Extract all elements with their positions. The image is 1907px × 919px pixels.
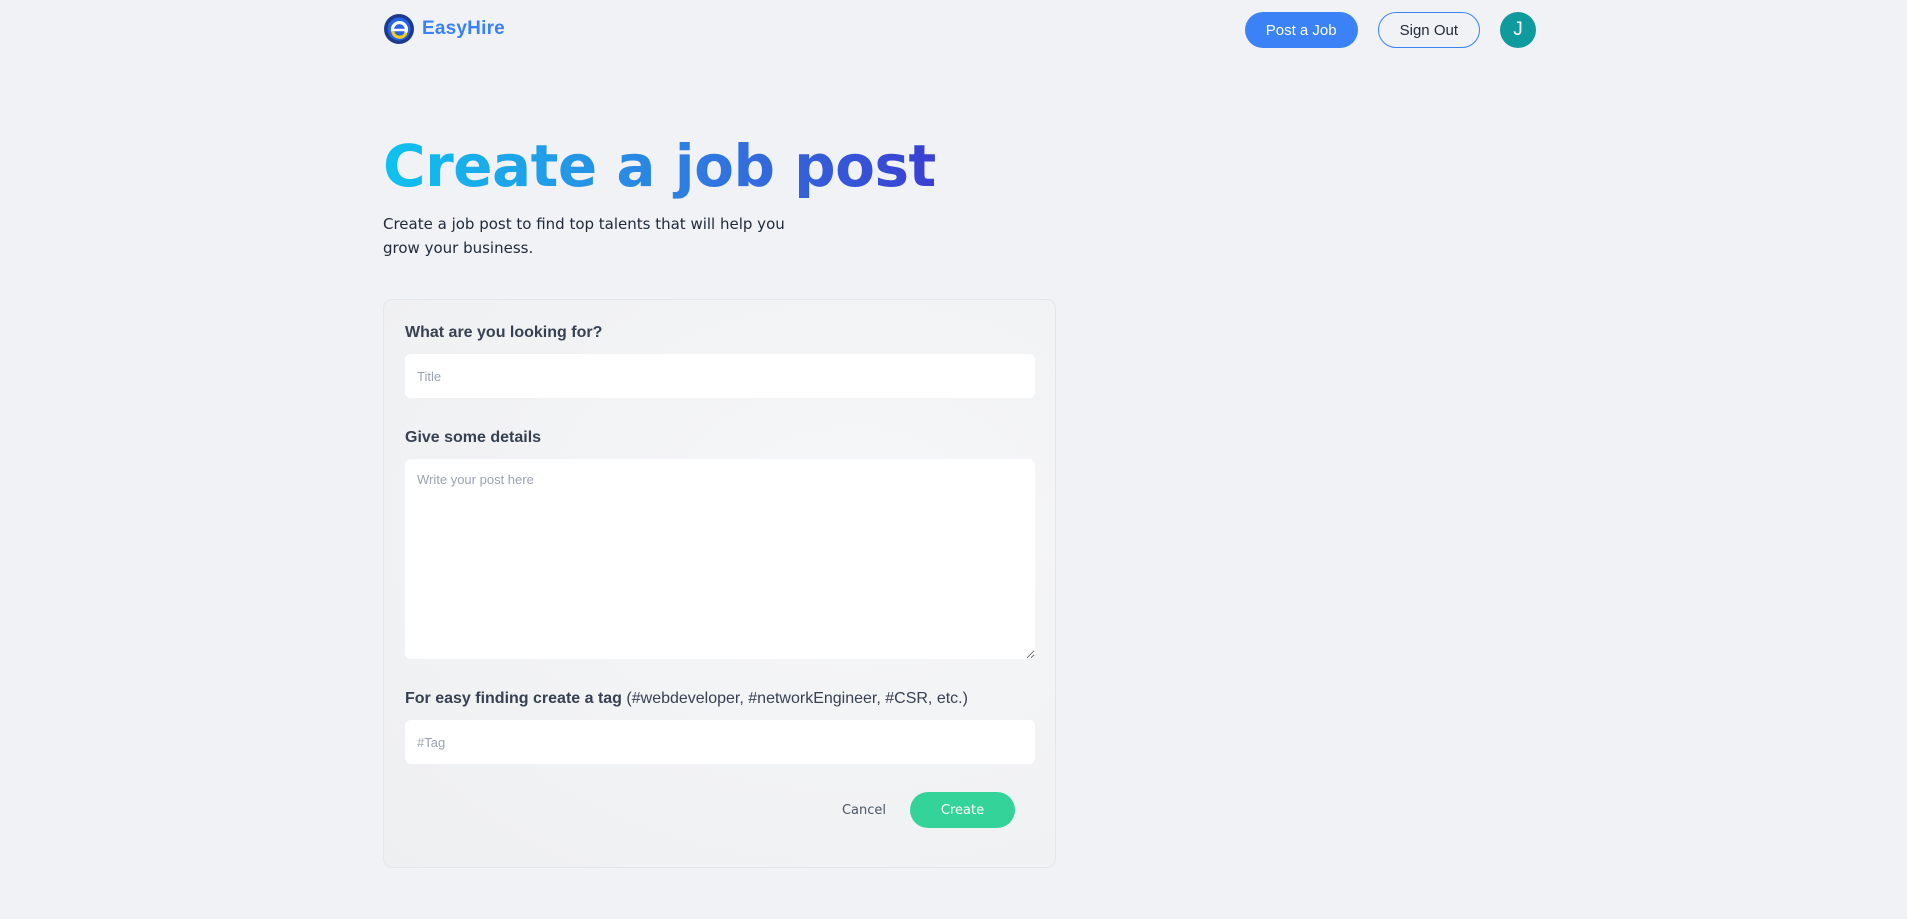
tag-input[interactable] [405, 720, 1035, 764]
tag-field-label: For easy finding create a tag (#webdevel… [405, 690, 968, 708]
page-title: Create a job post [383, 126, 936, 206]
details-textarea[interactable] [405, 459, 1035, 659]
sign-out-button[interactable]: Sign Out [1377, 12, 1480, 48]
cancel-button[interactable]: Cancel [842, 803, 886, 818]
top-navbar: EasyHire Post a Job Sign Out J [0, 0, 1907, 58]
title-input[interactable] [405, 354, 1035, 398]
title-field-label: What are you looking for? [405, 324, 603, 341]
nav-actions: Post a Job Sign Out J [1244, 12, 1536, 48]
brand-name: EasyHire [422, 18, 505, 39]
brand[interactable]: EasyHire [383, 13, 505, 45]
form-actions: Cancel Create [842, 792, 1015, 828]
avatar[interactable]: J [1500, 12, 1536, 48]
easyhire-logo-icon [384, 14, 414, 44]
post-a-job-button[interactable]: Post a Job [1244, 12, 1358, 48]
tag-label-hint: (#webdeveloper, #networkEngineer, #CSR, … [626, 690, 968, 707]
details-field-label: Give some details [405, 429, 542, 446]
job-post-form-card: What are you looking for? Give some deta… [383, 299, 1056, 868]
page-subtitle: Create a job post to find top talents th… [383, 215, 785, 257]
create-button[interactable]: Create [910, 792, 1015, 828]
tag-label-text: For easy finding create a tag [405, 690, 622, 707]
